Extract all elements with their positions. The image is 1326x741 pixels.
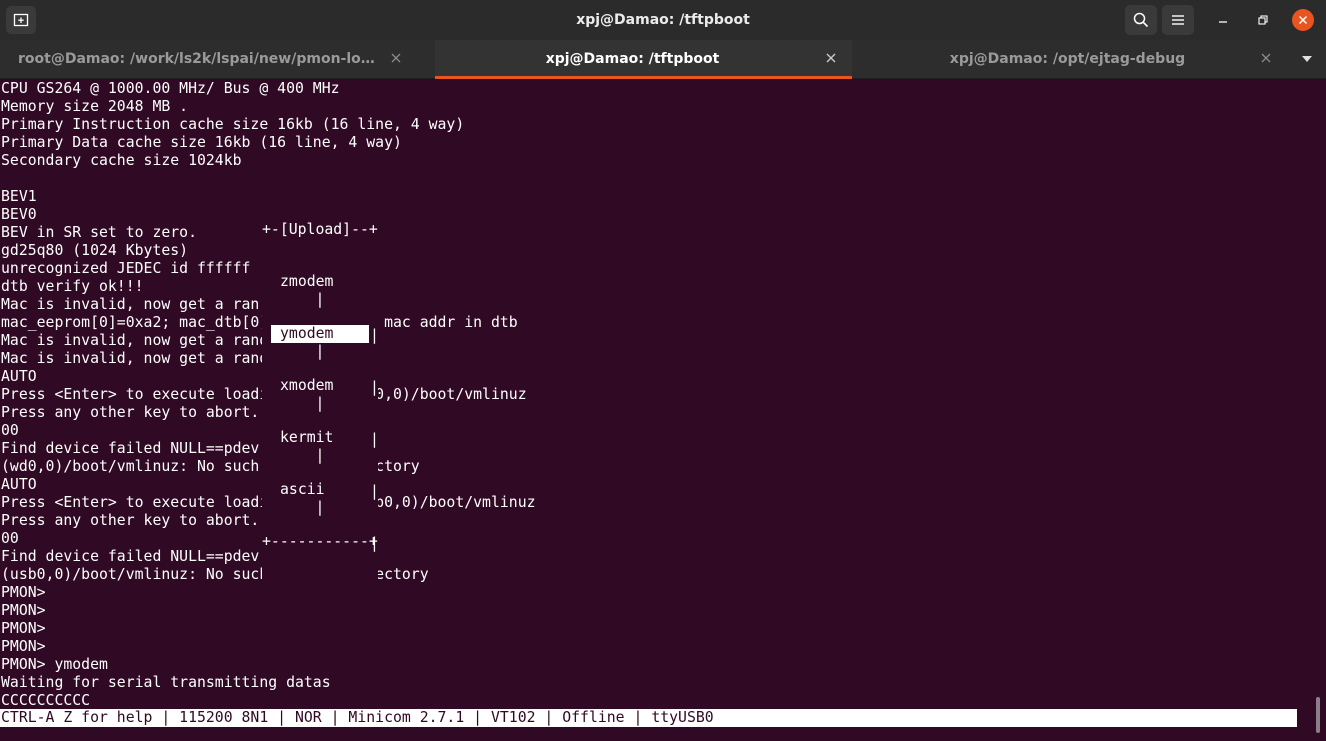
search-button[interactable] <box>1125 5 1157 35</box>
upload-menu-row: | xmodem | <box>262 377 379 448</box>
terminal-line: Primary Data cache size 16kb (16 line, 4… <box>1 134 402 151</box>
tab-label: root@Damao: /work/ls2k/lspai/new/pmon-lo… <box>18 51 377 67</box>
terminal-line: 00 <box>1 422 19 439</box>
upload-menu: +-[Upload]--+ | zmodem | | ymodem | | xm… <box>262 187 379 585</box>
terminal-line: AUTO <box>1 368 37 385</box>
terminal-line: gd25q80 (1024 Kbytes) <box>1 242 189 259</box>
tab-close-icon[interactable] <box>1259 51 1273 65</box>
menu-left-border: | <box>315 343 325 360</box>
menu-left-border: | <box>315 395 325 412</box>
upload-option-kermit[interactable]: kermit <box>271 429 369 447</box>
tab-label: xpj@Damao: /tftpboot <box>545 51 720 67</box>
upload-menu-row: | ascii | <box>262 481 379 552</box>
tab-pmon-loong[interactable]: root@Damao: /work/ls2k/lspai/new/pmon-lo… <box>0 40 417 78</box>
tab-list-button[interactable] <box>1296 50 1318 68</box>
terminal-line: Secondary cache size 1024kb <box>1 152 242 169</box>
upload-menu-row: | kermit | <box>262 429 379 500</box>
upload-menu-top-border: +-[Upload]--+ <box>262 221 378 238</box>
maximize-icon <box>1258 15 1268 25</box>
terminal-line: AUTO <box>1 476 37 493</box>
terminal-line: Primary Instruction cache size 16kb (16 … <box>1 116 465 133</box>
terminal-line: mac_eeprom[0]=0xa2; mac_dtb[0]=0x64; res… <box>1 314 518 331</box>
title-bar: xpj@Damao: /tftpboot <box>0 0 1326 40</box>
terminal-line: Memory size 2048 MB . <box>1 98 189 115</box>
terminal-line: Mac is invalid, now get a ran <box>1 296 260 313</box>
terminal-line: dtb verify ok!!! <box>1 278 144 295</box>
terminal-line: BEV1 <box>1 188 37 205</box>
upload-menu-bottom-border: +-----------+ <box>262 533 378 550</box>
terminal-line: PMON> <box>1 602 46 619</box>
terminal-line: unrecognized JEDEC id ffffff <box>1 260 251 277</box>
upload-option-ascii[interactable]: ascii <box>271 481 369 499</box>
terminal-line: 00 <box>1 530 19 547</box>
close-button[interactable] <box>1292 9 1314 31</box>
menu-left-border: | <box>315 499 325 516</box>
search-icon <box>1133 12 1149 28</box>
terminal-line: Press any other key to abort. <box>1 404 260 421</box>
upload-menu-row: | ymodem | <box>262 325 379 396</box>
upload-option-ymodem[interactable]: ymodem <box>271 325 369 343</box>
tab-bar: root@Damao: /work/ls2k/lspai/new/pmon-lo… <box>0 40 1326 79</box>
terminal-line: CCCCCCCCCC <box>1 692 91 709</box>
terminal-line: BEV0 <box>1 206 37 223</box>
chevron-down-icon <box>1302 56 1312 62</box>
main-menu-button[interactable] <box>1162 5 1194 35</box>
minimize-icon <box>1219 21 1227 23</box>
terminal-line: PMON> <box>1 584 46 601</box>
maximize-button[interactable] <box>1252 9 1274 31</box>
terminal-line: Waiting for serial transmitting datas <box>1 674 331 691</box>
upload-option-zmodem[interactable]: zmodem <box>271 273 369 291</box>
terminal-line: PMON> <box>1 638 46 655</box>
menu-left-border: | <box>315 447 325 464</box>
terminal-line: BEV in SR set to zero. <box>1 224 197 241</box>
tab-ejtag-debug[interactable]: xpj@Damao: /opt/ejtag-debug <box>870 40 1287 78</box>
terminal-line: CPU GS264 @ 1000.00 MHz/ Bus @ 400 MHz <box>1 80 340 97</box>
terminal-line: Find device failed NULL==pdev. <box>1 548 269 565</box>
tab-close-icon[interactable] <box>824 51 838 65</box>
terminal-line: PMON> <box>1 620 46 637</box>
terminal-line: PMON> ymodem <box>1 656 108 673</box>
terminal-area[interactable]: CPU GS264 @ 1000.00 MHz/ Bus @ 400 MHz Me… <box>0 79 1310 741</box>
hamburger-menu-icon <box>1172 15 1184 25</box>
terminal-scrollbar[interactable] <box>1316 697 1320 733</box>
menu-left-border: | <box>315 291 325 308</box>
minimize-button[interactable] <box>1212 9 1234 31</box>
tab-tftpboot[interactable]: xpj@Damao: /tftpboot <box>435 40 852 79</box>
upload-menu-row: | zmodem | <box>262 273 379 344</box>
terminal-line: Find device failed NULL==pdev. <box>1 440 269 457</box>
tab-label: xpj@Damao: /opt/ejtag-debug <box>949 51 1186 67</box>
terminal-line: Press any other key to abort. <box>1 512 260 529</box>
upload-option-xmodem[interactable]: xmodem <box>271 377 369 395</box>
close-icon <box>1298 15 1308 25</box>
minicom-status-bar: CTRL-A Z for help | 115200 8N1 | NOR | M… <box>0 709 1297 727</box>
tab-close-icon[interactable] <box>389 51 403 65</box>
